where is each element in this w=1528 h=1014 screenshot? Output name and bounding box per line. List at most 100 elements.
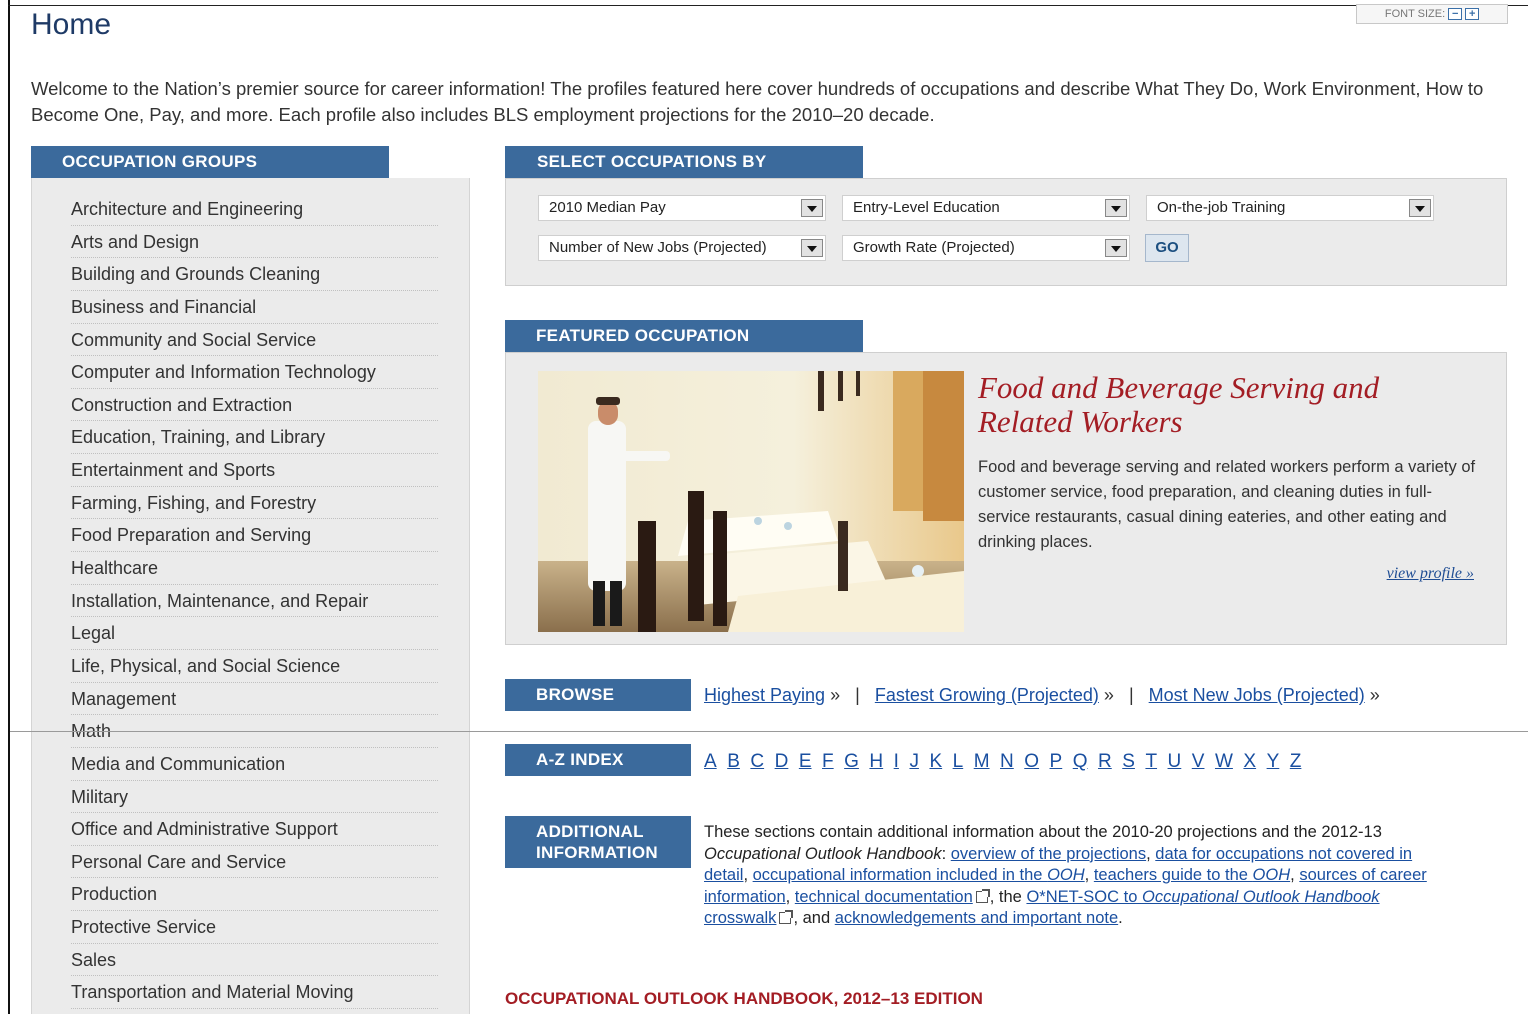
az-letter-link[interactable]: R [1098,751,1112,772]
go-button[interactable]: GO [1145,234,1189,262]
text-fragment: These sections contain additional inform… [704,823,1382,841]
highest-paying-link[interactable]: Highest Paying [704,685,825,705]
az-letter-link[interactable]: A [704,751,717,772]
az-letter-link[interactable]: G [844,751,859,772]
az-letter-link[interactable]: K [929,751,942,772]
handbook-title-italic: Occupational Outlook Handbook [704,844,942,863]
occupation-group-item[interactable]: Architecture and Engineering [71,193,438,226]
az-letter-link[interactable]: M [974,751,990,772]
occupation-group-item[interactable]: Protective Service [71,911,438,944]
occupation-group-item[interactable]: Life, Physical, and Social Science [71,650,438,683]
on-the-job-training-dropdown[interactable]: On-the-job Training [1146,195,1434,221]
chevron-down-icon [801,199,823,217]
technical-documentation-link[interactable]: technical documentation [795,888,973,906]
occupation-group-item[interactable]: Building and Grounds Cleaning [71,258,438,291]
chevron-down-icon [1409,199,1431,217]
additional-information-heading: ADDITIONAL INFORMATION [505,816,691,868]
occupation-groups-list: Architecture and Engineering Arts and Des… [71,193,438,1010]
az-index-heading: A-Z INDEX [505,744,691,776]
occupation-group-item[interactable]: Construction and Extraction [71,389,438,422]
acknowledgements-link[interactable]: acknowledgements and important note [835,909,1118,927]
text-fragment: , [785,887,795,906]
text-fragment: , [1146,844,1156,863]
occupational-information-link[interactable]: occupational information included in the… [753,866,1085,884]
az-letter-link[interactable]: W [1215,751,1233,772]
occupation-group-item[interactable]: Entertainment and Sports [71,454,438,487]
az-letter-link[interactable]: X [1243,751,1256,772]
az-letter-link[interactable]: I [894,751,899,772]
occupation-group-item[interactable]: Computer and Information Technology [71,356,438,389]
az-letter-link[interactable]: F [822,751,834,772]
additional-heading-line1: ADDITIONAL [536,822,644,841]
occupation-group-item[interactable]: Management [71,683,438,716]
az-letter-link[interactable]: U [1168,751,1182,772]
new-jobs-dropdown-value: Number of New Jobs (Projected) [549,239,767,256]
link-separator: | [1128,685,1134,705]
az-letter-link[interactable]: H [869,751,883,772]
link-text: O*NET-SOC to [1026,887,1142,906]
entry-level-education-dropdown[interactable]: Entry-Level Education [842,195,1130,221]
occupation-group-item[interactable]: Media and Communication [71,748,438,781]
az-letter-link[interactable]: P [1050,751,1063,772]
teachers-guide-link[interactable]: teachers guide to the OOH [1094,866,1290,884]
on-the-job-training-dropdown-value: On-the-job Training [1157,199,1286,216]
median-pay-dropdown[interactable]: 2010 Median Pay [538,195,826,221]
az-letter-link[interactable]: T [1145,751,1157,772]
occupation-group-item[interactable]: Arts and Design [71,226,438,259]
growth-rate-dropdown-value: Growth Rate (Projected) [853,239,1015,256]
chevron-down-icon [1105,239,1127,257]
text-fragment: : [941,844,951,863]
occupation-group-item[interactable]: Office and Administrative Support [71,813,438,846]
occupation-group-item[interactable]: Legal [71,617,438,650]
featured-occupation-title[interactable]: Food and Beverage Serving and Related Wo… [978,371,1478,439]
additional-information-text: These sections contain additional inform… [704,822,1434,930]
occupation-group-item[interactable]: Installation, Maintenance, and Repair [71,585,438,618]
overview-of-projections-link[interactable]: overview of the projections [951,845,1146,863]
featured-occupation-image[interactable] [538,371,964,632]
link-text: crosswalk [704,909,777,927]
text-fragment: , and [793,909,835,927]
az-letter-link[interactable]: D [775,751,789,772]
az-letter-link[interactable]: S [1122,751,1135,772]
page-title: Home [31,8,112,41]
most-new-jobs-link[interactable]: Most New Jobs (Projected) [1149,685,1365,705]
select-occupations-heading: SELECT OCCUPATIONS BY [505,146,863,178]
link-arrow: » [1103,685,1114,705]
az-letter-link[interactable]: O [1024,751,1039,772]
occupation-group-item[interactable]: Military [71,781,438,814]
restaurant-waiter-photo [538,371,964,632]
occupation-group-item[interactable]: Business and Financial [71,291,438,324]
az-letter-link[interactable]: N [1000,751,1014,772]
font-size-label: FONT SIZE: [1384,8,1446,20]
occupation-group-item[interactable]: Food Preparation and Serving [71,519,438,553]
az-letter-link[interactable]: V [1192,751,1205,772]
view-profile-link[interactable]: view profile » [1387,565,1474,583]
az-letter-link[interactable]: Q [1073,751,1088,772]
browse-heading: BROWSE [505,679,691,711]
az-letter-link[interactable]: C [750,751,764,772]
horizontal-divider [10,731,1528,732]
occupation-group-item[interactable]: Community and Social Service [71,324,438,357]
font-size-decrease-button[interactable]: − [1448,8,1463,20]
occupation-group-item[interactable]: Transportation and Material Moving [71,976,438,1010]
az-letter-link[interactable]: Y [1267,751,1280,772]
growth-rate-dropdown[interactable]: Growth Rate (Projected) [842,235,1130,261]
occupation-group-item[interactable]: Farming, Fishing, and Forestry [71,487,438,520]
occupation-group-item[interactable]: Production [71,878,438,912]
az-index-links: ABCDEFGHIJKLMNOPQRSTUVWXYZ [704,751,1312,773]
text-fragment: , [743,866,753,884]
text-fragment: , the [989,887,1027,906]
font-size-increase-button[interactable]: + [1465,8,1480,20]
fastest-growing-link[interactable]: Fastest Growing (Projected) [875,685,1099,705]
occupation-group-item[interactable]: Healthcare [71,552,438,585]
az-letter-link[interactable]: L [953,751,964,772]
az-letter-link[interactable]: J [909,751,919,772]
az-letter-link[interactable]: B [727,751,740,772]
occupation-group-item[interactable]: Personal Care and Service [71,846,438,879]
occupation-group-item[interactable]: Education, Training, and Library [71,421,438,455]
occupation-group-item[interactable]: Sales [71,944,438,977]
new-jobs-dropdown[interactable]: Number of New Jobs (Projected) [538,235,826,261]
additional-heading-line2: INFORMATION [536,843,658,862]
az-letter-link[interactable]: Z [1290,751,1302,772]
az-letter-link[interactable]: E [799,751,812,772]
